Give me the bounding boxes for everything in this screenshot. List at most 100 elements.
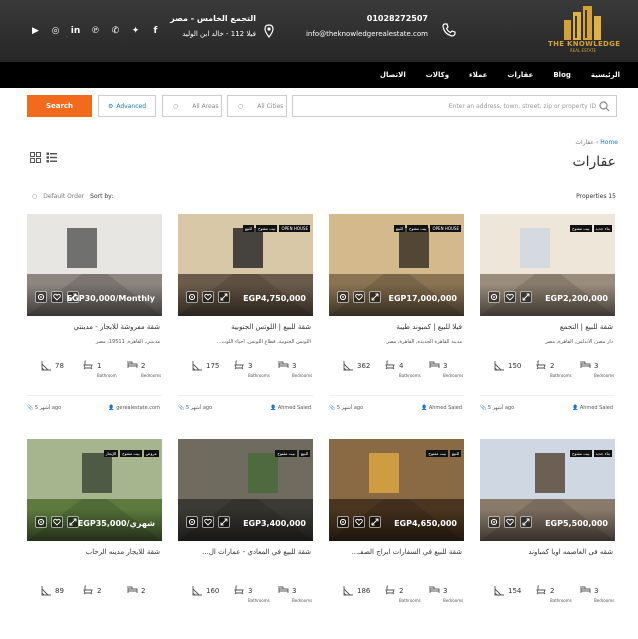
- cities-select[interactable]: ○ All Cities: [227, 95, 287, 117]
- attachment-icon: 📎: [27, 405, 35, 411]
- property-tag[interactable]: بيت مفتوح: [569, 450, 592, 457]
- expand-icon[interactable]: [369, 291, 381, 303]
- nav-item-home[interactable]: الرئيسية: [591, 71, 620, 79]
- logo-buildings-icon: [564, 6, 601, 40]
- property-title[interactable]: شقه فى العاصمه اويا كمباوند: [480, 548, 613, 556]
- property-tag[interactable]: عروض: [143, 450, 159, 457]
- nav-item-properties[interactable]: عقارات: [507, 71, 533, 79]
- property-tag[interactable]: بيت مفتوح: [120, 450, 142, 457]
- favorite-heart-icon[interactable]: [504, 291, 516, 303]
- agent-info[interactable]: 👤 Ahmed Saied: [572, 405, 613, 411]
- agent-name: Ahmed Saied: [579, 405, 613, 411]
- property-tag[interactable]: بناء جديد: [593, 450, 612, 457]
- property-card[interactable]: بيت مفتوح بناء جديد EGP5,500,000 شقه فى الع…: [480, 439, 615, 639]
- property-title[interactable]: شقة للبيع | اللوتس الجنوبية: [178, 323, 311, 331]
- address-placeholder: Enter an address, town, street, zip or p…: [448, 102, 596, 110]
- view-icon[interactable]: [488, 291, 500, 303]
- view-icon[interactable]: [35, 516, 47, 528]
- property-card[interactable]: للبيع بيت مفتوح OPEN HOUSE EGP4,750,000 شقة …: [178, 214, 313, 414]
- favorite-heart-icon[interactable]: [202, 516, 214, 528]
- nav-item-clients[interactable]: عملاء: [469, 71, 487, 79]
- bath-icon: [385, 585, 395, 597]
- view-icon[interactable]: [186, 516, 198, 528]
- property-card[interactable]: بيت مفتوح للبيع EGP3,400,000 شقة للبيع في ا…: [178, 439, 313, 639]
- property-tag[interactable]: للبيع: [298, 450, 310, 457]
- area-icon: [41, 585, 52, 598]
- property-tag[interactable]: بيت مفتوح: [275, 450, 297, 457]
- nav-item-blog[interactable]: Blog: [553, 71, 571, 79]
- property-tag[interactable]: للإيجار: [103, 450, 119, 457]
- linkedin-icon[interactable]: in: [70, 25, 81, 36]
- logo-subtext: REAL ESTATE: [569, 48, 597, 53]
- search-button[interactable]: Search: [27, 95, 92, 117]
- property-card[interactable]: بيت مفتوح بناء جديد EGP2,200,000 شقة للبيع …: [480, 214, 615, 414]
- property-tag[interactable]: للبيع: [449, 450, 461, 457]
- grid-view-icon[interactable]: [30, 152, 41, 163]
- property-tag[interactable]: للبيع: [393, 225, 405, 232]
- property-card[interactable]: بيت مفتوح للبيع EGP4,650,000 شقة للبيع في ا…: [329, 439, 464, 639]
- view-icon[interactable]: [35, 291, 47, 303]
- property-tag[interactable]: OPEN HOUSE: [279, 225, 310, 232]
- facebook-icon[interactable]: f: [150, 25, 161, 36]
- favorite-heart-icon[interactable]: [353, 291, 365, 303]
- agent-name: gerealestate.com: [116, 405, 160, 411]
- area-icon: [494, 360, 505, 373]
- expand-icon[interactable]: [218, 516, 230, 528]
- view-icon[interactable]: [337, 291, 349, 303]
- expand-icon[interactable]: [520, 291, 532, 303]
- nav-item-agencies[interactable]: وكالات: [426, 71, 449, 79]
- nav-item-contact[interactable]: الاتصال: [380, 71, 406, 79]
- expand-icon[interactable]: [218, 291, 230, 303]
- favorite-heart-icon[interactable]: [51, 516, 63, 528]
- feature-value: 154: [508, 587, 522, 595]
- email-address[interactable]: info@theknowledgerealestate.com: [306, 30, 428, 38]
- favorite-heart-icon[interactable]: [504, 516, 516, 528]
- property-card[interactable]: للبيع بيت مفتوح OPEN HOUSE EGP17,000,000 فيل…: [329, 214, 464, 414]
- favorite-heart-icon[interactable]: [353, 516, 365, 528]
- property-card[interactable]: للإيجار بيت مفتوح عروض EGP35,000/شهري شقة لل…: [27, 439, 162, 639]
- property-tag[interactable]: بيت مفتوح: [569, 225, 592, 232]
- property-tag[interactable]: بيت مفتوح: [426, 450, 448, 457]
- property-tag[interactable]: للبيع: [242, 225, 254, 232]
- property-tag[interactable]: بناء جديد: [593, 225, 612, 232]
- feature-label: Bedrooms: [292, 598, 313, 603]
- photo-actions: [186, 291, 230, 303]
- areas-select[interactable]: ○ All Areas: [162, 95, 222, 117]
- phone-number[interactable]: 01028272507: [306, 14, 428, 23]
- agent-info[interactable]: 👤 Ahmed Saied: [421, 405, 462, 411]
- sort-control[interactable]: ○ Default Order Sort by:: [32, 193, 113, 200]
- feature-beds: 3 Bedrooms: [278, 586, 313, 603]
- property-tag[interactable]: OPEN HOUSE: [430, 225, 461, 232]
- property-title[interactable]: شقة للبيع | التجمع: [480, 323, 613, 331]
- view-icon[interactable]: [337, 516, 349, 528]
- favorite-heart-icon[interactable]: [51, 291, 63, 303]
- property-title[interactable]: شقة للبيع في السفارات ابراج الصفـ...: [329, 548, 462, 556]
- breadcrumb-home[interactable]: Home: [600, 139, 618, 146]
- property-title[interactable]: شقة للايجار مدينه الرحاب: [27, 548, 160, 556]
- list-view-icon[interactable]: [46, 152, 57, 163]
- favorite-heart-icon[interactable]: [202, 291, 214, 303]
- feature-value: 175: [206, 362, 220, 370]
- property-title[interactable]: فيلا للبيع | كمبوند طيبة: [329, 323, 462, 331]
- pinterest-icon[interactable]: ℗: [90, 25, 101, 36]
- logo[interactable]: THE KNOWLEDGE REAL ESTATE: [548, 6, 620, 58]
- property-title[interactable]: شقة للبيع في المعادي - عمارات ال...: [178, 548, 311, 556]
- property-title[interactable]: شقة مفروشة للايجار - مدينتي: [27, 323, 160, 331]
- whatsapp-icon[interactable]: ✆: [110, 25, 121, 36]
- property-tag[interactable]: بيت مفتوح: [255, 225, 278, 232]
- instagram-icon[interactable]: ◎: [50, 25, 61, 36]
- youtube-icon[interactable]: ▶: [30, 25, 41, 36]
- feature-baths: 2 Bathrooms: [536, 360, 572, 378]
- view-icon[interactable]: [186, 291, 198, 303]
- agent-info[interactable]: 👤 gerealestate.com: [108, 405, 160, 411]
- view-icon[interactable]: [488, 516, 500, 528]
- expand-icon[interactable]: [369, 516, 381, 528]
- advanced-search-button[interactable]: ⚙ Advanced: [98, 95, 156, 117]
- expand-icon[interactable]: [520, 516, 532, 528]
- property-tag[interactable]: بيت مفتوح: [406, 225, 429, 232]
- twitter-icon[interactable]: ✦: [130, 25, 141, 36]
- breadcrumb: Home › عقارات: [575, 139, 618, 146]
- agent-info[interactable]: 👤 Ahmed Saied: [270, 405, 311, 411]
- property-card[interactable]: EGP30,000/Monthly شقة مفروشة للايجار - مد…: [27, 214, 162, 414]
- address-search-input[interactable]: Enter an address, town, street, zip or p…: [292, 95, 617, 117]
